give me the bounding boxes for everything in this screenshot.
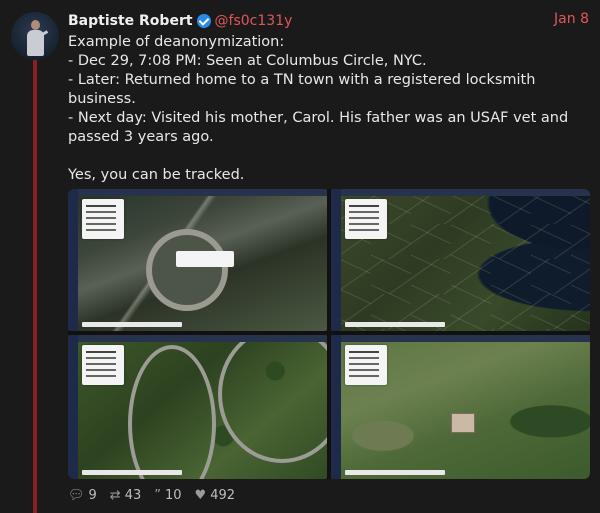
tweet-actions: 💬︎ 9 ⇄ 43 ” 10 ♥ 492 xyxy=(68,486,248,504)
quote-icon: ” xyxy=(154,487,161,503)
tweet-card: Baptiste Robert @fs0c131y Jan 8 Example … xyxy=(0,0,600,513)
tweet-text-line: - Next day: Visited his mother, Carol. H… xyxy=(68,110,569,126)
tweet-header: Baptiste Robert @fs0c131y xyxy=(68,11,292,31)
retweet-button[interactable]: ⇄ 43 xyxy=(110,488,141,503)
tweet-text-line: - Later: Returned home to a TN town with… xyxy=(68,72,536,88)
tweet-text: Example of deanonymization: - Dec 29, 7:… xyxy=(68,33,578,185)
media-grid xyxy=(68,189,590,479)
quote-button[interactable]: ” 10 xyxy=(154,488,181,503)
avatar[interactable] xyxy=(11,12,59,60)
thread-line xyxy=(33,58,37,513)
author-handle[interactable]: @fs0c131y xyxy=(215,13,293,29)
media-image-3[interactable] xyxy=(68,335,327,479)
tweet-date[interactable]: Jan 8 xyxy=(554,11,589,27)
reply-count: 9 xyxy=(88,487,97,503)
reply-icon: 💬︎ xyxy=(68,487,85,503)
like-count: 492 xyxy=(210,487,236,503)
retweet-count: 43 xyxy=(124,487,142,503)
tweet-text-line: business. xyxy=(68,91,136,107)
verified-badge-icon xyxy=(196,14,211,28)
reply-button[interactable]: 💬︎ 9 xyxy=(68,488,97,503)
quote-count: 10 xyxy=(165,487,182,503)
tweet-text-line: Yes, you can be tracked. xyxy=(68,167,245,183)
media-image-4[interactable] xyxy=(331,335,590,479)
author-name[interactable]: Baptiste Robert xyxy=(68,13,193,29)
tweet-text-line: - Dec 29, 7:08 PM: Seen at Columbus Circ… xyxy=(68,53,427,69)
heart-icon: ♥ xyxy=(194,487,207,503)
tweet-text-line: ​ xyxy=(68,147,578,166)
retweet-icon: ⇄ xyxy=(109,487,121,503)
media-image-1[interactable] xyxy=(68,189,327,331)
tweet-text-line: passed 3 years ago. xyxy=(68,129,214,145)
tweet-text-line: Example of deanonymization: xyxy=(68,34,285,50)
like-button[interactable]: ♥ 492 xyxy=(195,488,235,503)
media-image-2[interactable] xyxy=(331,189,590,331)
